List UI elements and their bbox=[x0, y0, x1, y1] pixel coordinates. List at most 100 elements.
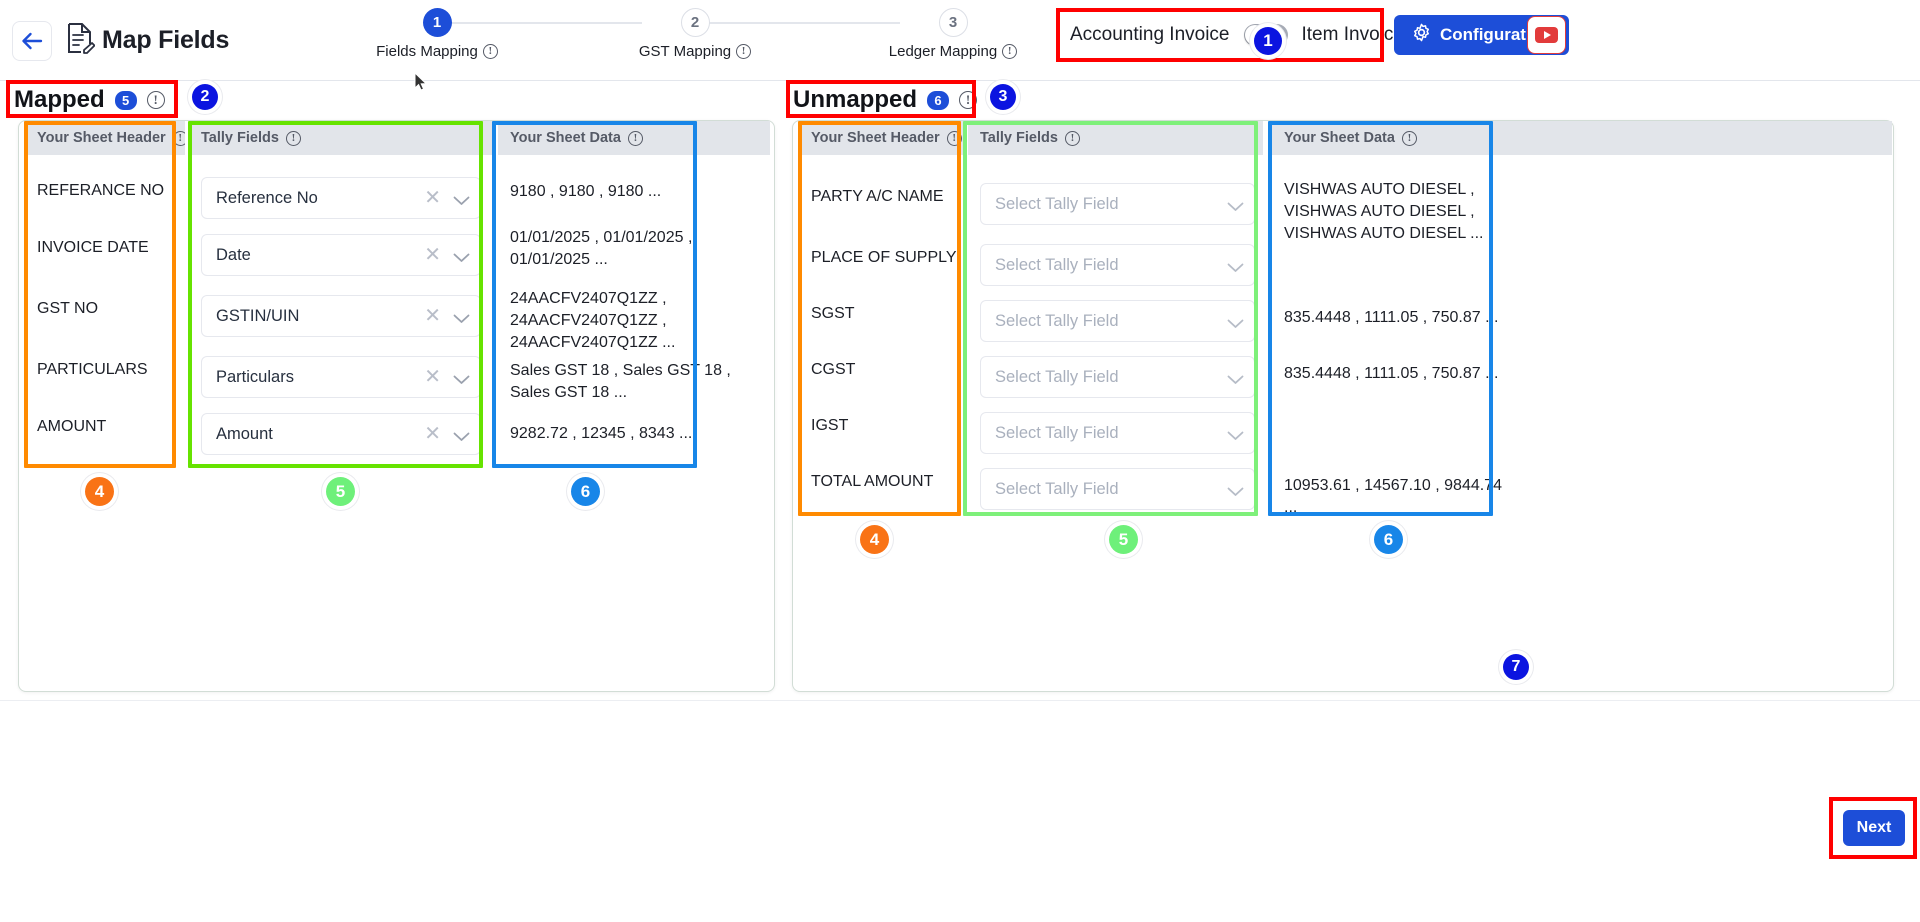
sheet-header-cell: IGST bbox=[811, 417, 849, 434]
chevron-down-icon[interactable] bbox=[1227, 199, 1244, 211]
sheet-data-cell: 24AACFV2407Q1ZZ , 24AACFV2407Q1ZZ , 24AA… bbox=[510, 290, 676, 351]
info-icon[interactable]: ! bbox=[1002, 44, 1018, 59]
stepper: 1 Fields Mapping ! 2 GST Mapping ! 3 Led… bbox=[330, 8, 1030, 74]
sheet-data-cell: 835.4448 , 1111.05 , 750.87 ... bbox=[1284, 365, 1499, 382]
step-number-2: 2 bbox=[680, 8, 710, 37]
annotation-marker-4-right: 4 bbox=[860, 525, 889, 554]
tally-field-value: Particulars bbox=[216, 367, 294, 386]
chevron-down-icon[interactable] bbox=[453, 250, 470, 262]
info-icon[interactable]: ! bbox=[959, 91, 978, 109]
unmapped-tally-fields-column: Tally Fields ! Select Tally Field Select… bbox=[968, 121, 1263, 521]
tally-field-select[interactable]: Select Tally Field bbox=[980, 468, 1255, 510]
mapped-count-badge: 5 bbox=[114, 90, 137, 110]
step-gst-mapping[interactable]: 2 GST Mapping ! bbox=[595, 8, 795, 60]
unmapped-sheet-header-column-head: Your Sheet Header ! bbox=[799, 121, 964, 155]
step-label-text-1: Fields Mapping bbox=[376, 43, 478, 60]
column-title: Your Sheet Header bbox=[811, 130, 940, 146]
annotation-marker-6-right: 6 bbox=[1374, 525, 1403, 554]
clear-icon[interactable]: ✕ bbox=[424, 424, 441, 444]
tally-field-select[interactable]: Select Tally Field bbox=[980, 244, 1255, 286]
step-label-1: Fields Mapping ! bbox=[337, 43, 537, 60]
info-icon[interactable]: ! bbox=[146, 91, 165, 109]
clear-icon[interactable]: ✕ bbox=[424, 245, 441, 265]
sheet-data-cell: Sales GST 18 , Sales GST 18 , Sales GST … bbox=[510, 362, 731, 401]
mapped-tally-fields-column-head: Tally Fields ! bbox=[189, 121, 494, 155]
clear-icon[interactable]: ✕ bbox=[424, 188, 441, 208]
chevron-down-icon[interactable] bbox=[1227, 316, 1244, 328]
chevron-down-icon[interactable] bbox=[1227, 372, 1244, 384]
chevron-down-icon[interactable] bbox=[453, 193, 470, 205]
unmapped-sheet-data-column-head: Your Sheet Data ! bbox=[1272, 121, 1892, 155]
step-number-1: 1 bbox=[422, 8, 452, 37]
youtube-icon bbox=[1535, 27, 1558, 43]
step-fields-mapping[interactable]: 1 Fields Mapping ! bbox=[337, 8, 537, 60]
info-icon[interactable]: ! bbox=[285, 130, 301, 146]
column-title: Tally Fields bbox=[980, 130, 1058, 146]
column-title: Your Sheet Data bbox=[510, 130, 621, 146]
gear-icon bbox=[1412, 23, 1431, 47]
invoice-type-toggle-group[interactable]: Accounting Invoice Item Invoice bbox=[1070, 14, 1404, 56]
chevron-down-icon[interactable] bbox=[453, 372, 470, 384]
column-title: Your Sheet Header bbox=[37, 130, 166, 146]
mapped-tally-fields-list: Reference No ✕ Date ✕ GSTIN/UIN ✕ Partic… bbox=[189, 155, 494, 471]
clear-icon[interactable]: ✕ bbox=[424, 367, 441, 387]
sheet-header-cell: PARTICULARS bbox=[37, 361, 148, 378]
mapped-sheet-header-column-head: Your Sheet Header ! bbox=[25, 121, 185, 155]
sheet-data-cell: 9282.72 , 12345 , 8343 ... bbox=[510, 425, 693, 442]
tally-field-placeholder: Select Tally Field bbox=[995, 479, 1119, 498]
tally-field-placeholder: Select Tally Field bbox=[995, 423, 1119, 442]
sheet-data-cell: 835.4448 , 1111.05 , 750.87 ... bbox=[1284, 309, 1499, 326]
tally-field-placeholder: Select Tally Field bbox=[995, 367, 1119, 386]
chevron-down-icon[interactable] bbox=[1227, 260, 1244, 272]
annotation-marker-6-left: 6 bbox=[571, 477, 600, 506]
info-icon[interactable]: ! bbox=[172, 130, 185, 146]
chevron-down-icon[interactable] bbox=[453, 429, 470, 441]
step-ledger-mapping[interactable]: 3 Ledger Mapping ! bbox=[853, 8, 1053, 60]
tally-field-value: Date bbox=[216, 245, 251, 264]
tally-field-select[interactable]: Particulars ✕ bbox=[201, 356, 481, 398]
accounting-invoice-label: Accounting Invoice bbox=[1070, 24, 1230, 45]
chevron-down-icon[interactable] bbox=[453, 311, 470, 323]
sheet-header-cell: INVOICE DATE bbox=[37, 239, 149, 256]
unmapped-sheet-data-column: Your Sheet Data ! VISHWAS AUTO DIESEL , … bbox=[1272, 121, 1892, 521]
mapped-sheet-data-list: 9180 , 9180 , 9180 ... 01/01/2025 , 01/0… bbox=[498, 155, 770, 471]
back-button[interactable] bbox=[12, 21, 52, 61]
clear-icon[interactable]: ✕ bbox=[424, 306, 441, 326]
step-number-3: 3 bbox=[938, 8, 968, 37]
tally-field-select[interactable]: Reference No ✕ bbox=[201, 177, 481, 219]
sheet-data-cell: 10953.61 , 14567.10 , 9844.74 ... bbox=[1284, 477, 1502, 516]
unmapped-label: Unmapped bbox=[793, 86, 918, 113]
sheet-header-cell: AMOUNT bbox=[37, 418, 107, 435]
tally-field-placeholder: Select Tally Field bbox=[995, 311, 1119, 330]
tally-field-select[interactable]: Select Tally Field bbox=[980, 412, 1255, 454]
step-label-3: Ledger Mapping ! bbox=[853, 43, 1053, 60]
chevron-down-icon[interactable] bbox=[1227, 484, 1244, 496]
unmapped-sheet-data-list: VISHWAS AUTO DIESEL , VISHWAS AUTO DIESE… bbox=[1272, 155, 1892, 521]
info-icon[interactable]: ! bbox=[736, 44, 752, 59]
item-invoice-label: Item Invoice bbox=[1301, 24, 1404, 45]
annotation-marker-1: 1 bbox=[1254, 27, 1282, 55]
tally-field-select[interactable]: Select Tally Field bbox=[980, 183, 1255, 225]
step-label-text-2: GST Mapping bbox=[638, 43, 732, 60]
tally-field-select[interactable]: Select Tally Field bbox=[980, 356, 1255, 398]
footer-divider bbox=[0, 700, 1920, 701]
info-icon[interactable]: ! bbox=[627, 130, 643, 146]
sheet-data-cell: 9180 , 9180 , 9180 ... bbox=[510, 183, 662, 200]
info-icon[interactable]: ! bbox=[1064, 130, 1080, 146]
annotation-marker-5-left: 5 bbox=[326, 477, 355, 506]
tally-field-select[interactable]: Date ✕ bbox=[201, 234, 481, 276]
tally-field-select[interactable]: Amount ✕ bbox=[201, 413, 481, 455]
youtube-help-button[interactable] bbox=[1527, 16, 1566, 54]
chevron-down-icon[interactable] bbox=[1227, 428, 1244, 440]
next-button[interactable]: Next bbox=[1843, 810, 1905, 846]
info-icon[interactable]: ! bbox=[946, 130, 962, 146]
unmapped-section-title: Unmapped 6 ! bbox=[793, 86, 978, 114]
step-label-text-3: Ledger Mapping bbox=[888, 43, 998, 60]
column-title: Your Sheet Data bbox=[1284, 130, 1395, 146]
info-icon[interactable]: ! bbox=[1401, 130, 1417, 146]
tally-field-select[interactable]: Select Tally Field bbox=[980, 300, 1255, 342]
annotation-marker-2: 2 bbox=[192, 84, 218, 110]
annotation-marker-4-left: 4 bbox=[85, 477, 114, 506]
info-icon[interactable]: ! bbox=[482, 44, 498, 59]
tally-field-select[interactable]: GSTIN/UIN ✕ bbox=[201, 295, 481, 337]
